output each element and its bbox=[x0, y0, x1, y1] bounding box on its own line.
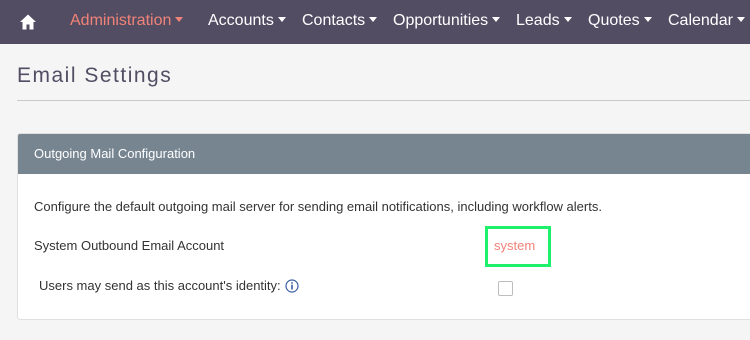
home-icon bbox=[20, 14, 36, 30]
chevron-down-icon bbox=[277, 17, 286, 23]
chevron-down-icon bbox=[643, 17, 652, 23]
nav-item-label: Opportunities bbox=[393, 12, 489, 29]
nav-item-label: Administration bbox=[70, 12, 172, 29]
chevron-down-icon bbox=[492, 17, 501, 23]
outbound-account-link[interactable]: system bbox=[494, 238, 535, 253]
nav-item-administration[interactable]: Administration bbox=[70, 0, 184, 44]
nav-item-quotes[interactable]: Quotes bbox=[588, 0, 652, 44]
outbound-account-label: System Outbound Email Account bbox=[34, 238, 225, 253]
chevron-down-icon bbox=[563, 17, 572, 23]
nav-item-leads[interactable]: Leads bbox=[516, 0, 572, 44]
nav-item-label: Quotes bbox=[588, 12, 640, 29]
panel-description: Configure the default outgoing mail serv… bbox=[34, 199, 602, 214]
nav-item-contacts[interactable]: Contacts bbox=[302, 0, 378, 44]
nav-item-label: Accounts bbox=[208, 12, 274, 29]
chevron-down-icon bbox=[369, 17, 378, 23]
page-title: Email Settings bbox=[17, 64, 173, 87]
nav-item-label: Contacts bbox=[302, 12, 366, 29]
outgoing-mail-panel: Outgoing Mail Configuration Configure th… bbox=[17, 133, 750, 320]
nav-item-accounts[interactable]: Accounts bbox=[208, 0, 286, 44]
nav-item-label: Calendar bbox=[668, 12, 733, 29]
info-icon[interactable] bbox=[285, 279, 299, 293]
send-as-identity-checkbox[interactable] bbox=[498, 281, 513, 296]
nav-item-calendar[interactable]: Calendar bbox=[668, 0, 745, 44]
send-as-identity-label: Users may send as this account's identit… bbox=[39, 278, 281, 293]
title-divider bbox=[17, 100, 750, 101]
panel-header: Outgoing Mail Configuration bbox=[18, 134, 750, 174]
top-navigation-bar: Administration Accounts Contacts Opportu… bbox=[0, 0, 750, 44]
chevron-down-icon bbox=[736, 17, 745, 23]
nav-item-opportunities[interactable]: Opportunities bbox=[393, 0, 501, 44]
chevron-down-icon bbox=[175, 17, 184, 23]
home-button[interactable] bbox=[10, 0, 46, 44]
nav-item-label: Leads bbox=[516, 12, 560, 29]
